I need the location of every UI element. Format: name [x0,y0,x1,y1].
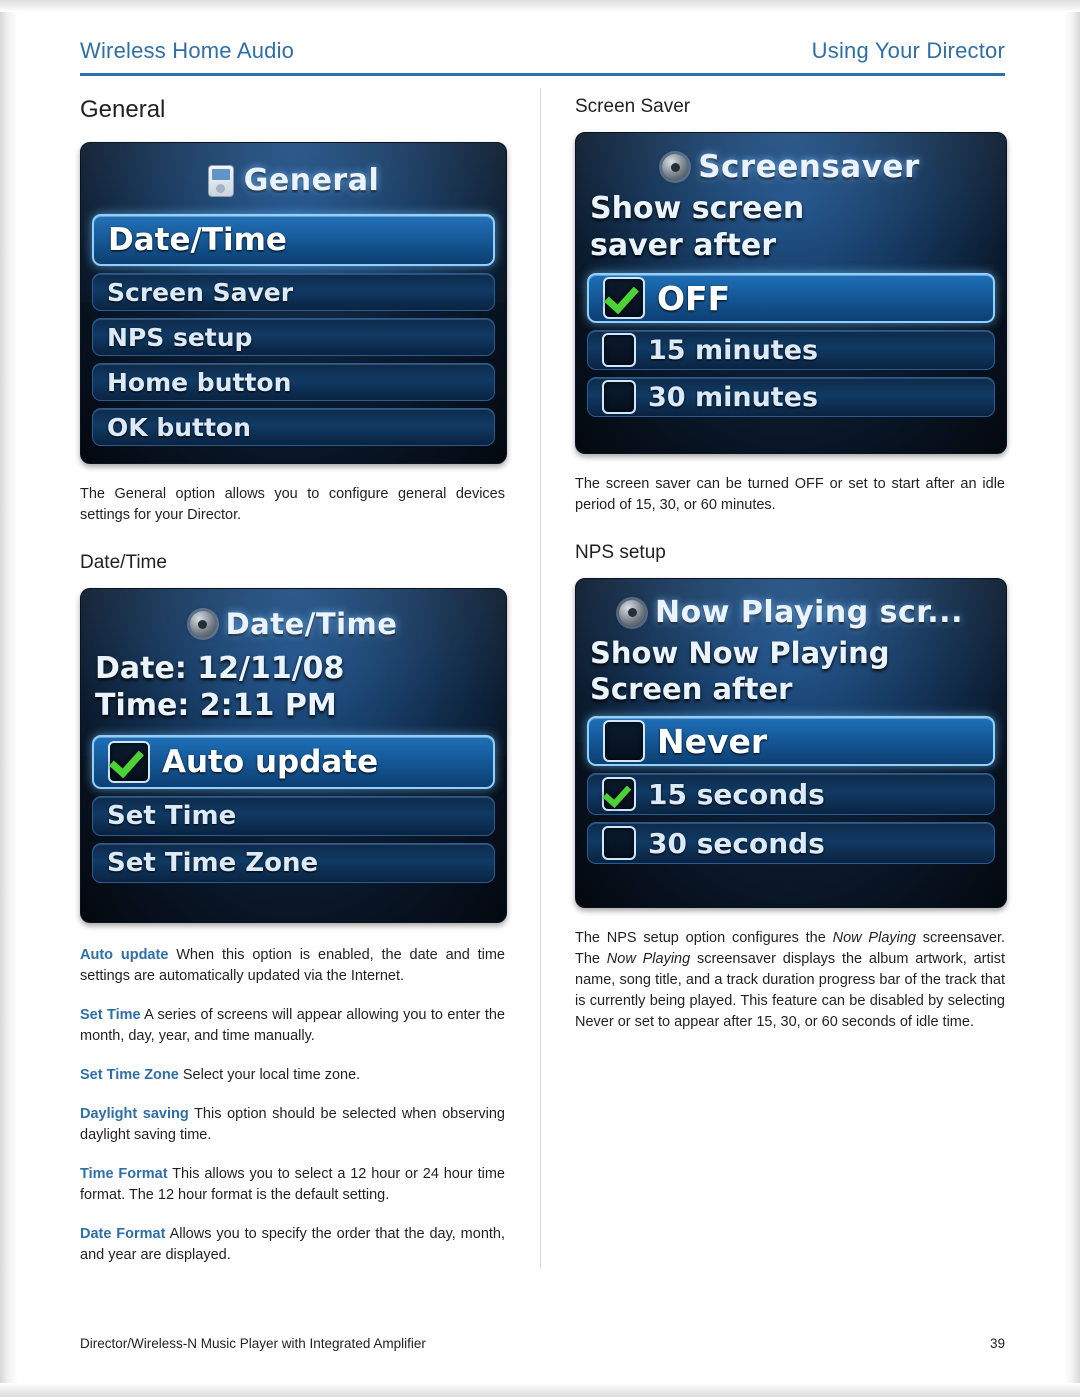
screen-row-15-minutes[interactable]: 15 minutes [587,330,995,370]
checkbox-checked-icon[interactable] [108,741,150,784]
screen-title-screensaver: Screensaver [576,149,1006,185]
screenshot-screensaver-menu: Screensaver Show screen saver after OFF … [575,132,1007,454]
definition-text: Select your local time zone. [182,1067,361,1084]
definition-term: Set Time [80,1007,141,1024]
checkbox-checked-icon[interactable] [602,777,636,812]
screen-time-line: Time: 2:11 PM [95,688,337,724]
screen-row-date-time[interactable]: Date/Time [92,214,495,266]
page-edge-shadow-bottom [0,1383,1080,1397]
gear-icon [662,154,689,180]
screen-row-label: Home button [107,367,292,397]
section-heading-general: General [80,96,166,123]
screen-row-15-seconds[interactable]: 15 seconds [587,773,995,816]
screen-prompt-line-1: Show screen [590,191,805,226]
screen-row-label: 15 seconds [648,777,825,811]
footer-product-name: Director/Wireless-N Music Player with In… [80,1336,426,1351]
gear-icon [189,611,216,638]
page-footer: Director/Wireless-N Music Player with In… [80,1336,1005,1351]
screenshot-nps-menu: Now Playing scr... Show Now Playing Scre… [575,578,1007,909]
screen-title-text: Screensaver [698,149,920,185]
screen-row-never[interactable]: Never [587,716,995,767]
definition-term: Set Time Zone [80,1067,179,1084]
emphasis-now-playing: Now Playing [832,930,916,947]
paragraph-general: The General option allows you to configu… [80,486,505,524]
page-edge-shadow-left [0,0,18,1397]
screen-row-home-button[interactable]: Home button [92,363,495,401]
screen-row-label: Set Time Zone [107,848,319,879]
definition-set-time: Set Time A series of screens will appear… [80,1005,505,1047]
screen-row-30-minutes[interactable]: 30 minutes [587,377,995,417]
screen-row-30-seconds[interactable]: 30 seconds [587,822,995,865]
definition-text: A series of screens will appear allowing… [80,1007,505,1045]
page-edge-shadow-right [1064,0,1080,1397]
right-column: Screen Saver Screensaver Show screen sav… [575,96,1007,1033]
definition-date-format: Date Format Allows you to specify the or… [80,1224,505,1266]
screen-row-label: Screen Saver [107,277,294,307]
left-column: General General Date/Time Screen Saver N… [80,96,507,1266]
screenshot-date-time-menu: Date/Time Date: 12/11/08 Time: 2:11 PM A… [80,588,507,924]
document-page: Wireless Home Audio Using Your Director … [0,0,1080,1397]
screen-row-set-time[interactable]: Set Time [92,796,495,837]
screen-row-label: Auto update [162,744,379,781]
subheading-nps-setup: NPS setup [575,542,666,564]
definition-auto-update: Auto update When this option is enabled,… [80,945,505,987]
screen-title-now-playing: Now Playing scr... [576,595,1006,630]
gear-icon [619,599,646,626]
page-header: Wireless Home Audio Using Your Director [80,38,1005,78]
page-edge-shadow-top [0,0,1080,12]
checkbox-unchecked-icon[interactable] [602,380,636,414]
screen-row-label: 15 minutes [648,334,819,366]
header-left-title: Wireless Home Audio [80,38,295,63]
screen-row-label: NPS setup [107,322,253,352]
screen-row-label: Date/Time [108,222,287,258]
checkbox-unchecked-icon[interactable] [602,826,636,861]
checkbox-unchecked-icon[interactable] [603,720,645,763]
screen-title-text: Now Playing scr... [655,595,963,631]
header-rule [80,73,1005,76]
definition-term: Auto update [80,947,169,964]
screen-row-label: 30 minutes [648,381,819,413]
screen-row-label: OK button [107,412,251,442]
ipod-icon [207,164,234,197]
definition-term: Date Format [80,1226,166,1243]
checkbox-unchecked-icon[interactable] [602,333,636,367]
screen-title-general: General [81,163,506,198]
screen-prompt-line-2: Screen after [590,672,793,707]
header-right-title: Using Your Director [811,38,1005,63]
definition-time-format: Time Format This allows you to select a … [80,1164,505,1206]
definition-daylight-saving: Daylight saving This option should be se… [80,1104,505,1146]
definition-term: Daylight saving [80,1106,189,1123]
screen-prompt-line-2: saver after [590,228,777,263]
screen-row-set-time-zone[interactable]: Set Time Zone [92,843,495,884]
screen-row-ok-button[interactable]: OK button [92,408,495,446]
definition-term: Time Format [80,1166,168,1183]
screen-row-label: Never [657,721,768,761]
paragraph-screensaver: The screen saver can be turned OFF or se… [575,476,1005,514]
screen-row-nps-setup[interactable]: NPS setup [92,318,495,356]
screen-prompt-line-1: Show Now Playing [590,636,890,671]
screen-title-date-time: Date/Time [81,607,506,641]
screen-title-text: General [243,163,380,198]
column-divider [540,88,541,1268]
checkbox-checked-icon[interactable] [603,277,645,319]
screen-row-label: Set Time [107,801,237,832]
screen-row-label: OFF [657,278,731,318]
screenshot-general-menu: General Date/Time Screen Saver NPS setup… [80,142,507,464]
screen-row-off[interactable]: OFF [587,273,995,323]
subheading-screen-saver: Screen Saver [575,96,691,117]
definition-set-time-zone: Set Time Zone Select your local time zon… [80,1065,505,1086]
screen-title-text: Date/Time [225,607,398,642]
footer-page-number: 39 [989,1336,1005,1351]
screen-row-screen-saver[interactable]: Screen Saver [92,273,495,311]
screen-date-line: Date: 12/11/08 [95,651,345,687]
screen-row-label: 30 seconds [648,826,825,860]
subheading-date-time: Date/Time [80,552,167,574]
paragraph-nps-setup: The NPS setup option configures the Now … [575,928,1005,1033]
screen-row-auto-update[interactable]: Auto update [92,735,495,790]
emphasis-now-playing: Now Playing [606,951,691,968]
paragraph-part-1: The NPS setup option configures the [575,930,833,947]
